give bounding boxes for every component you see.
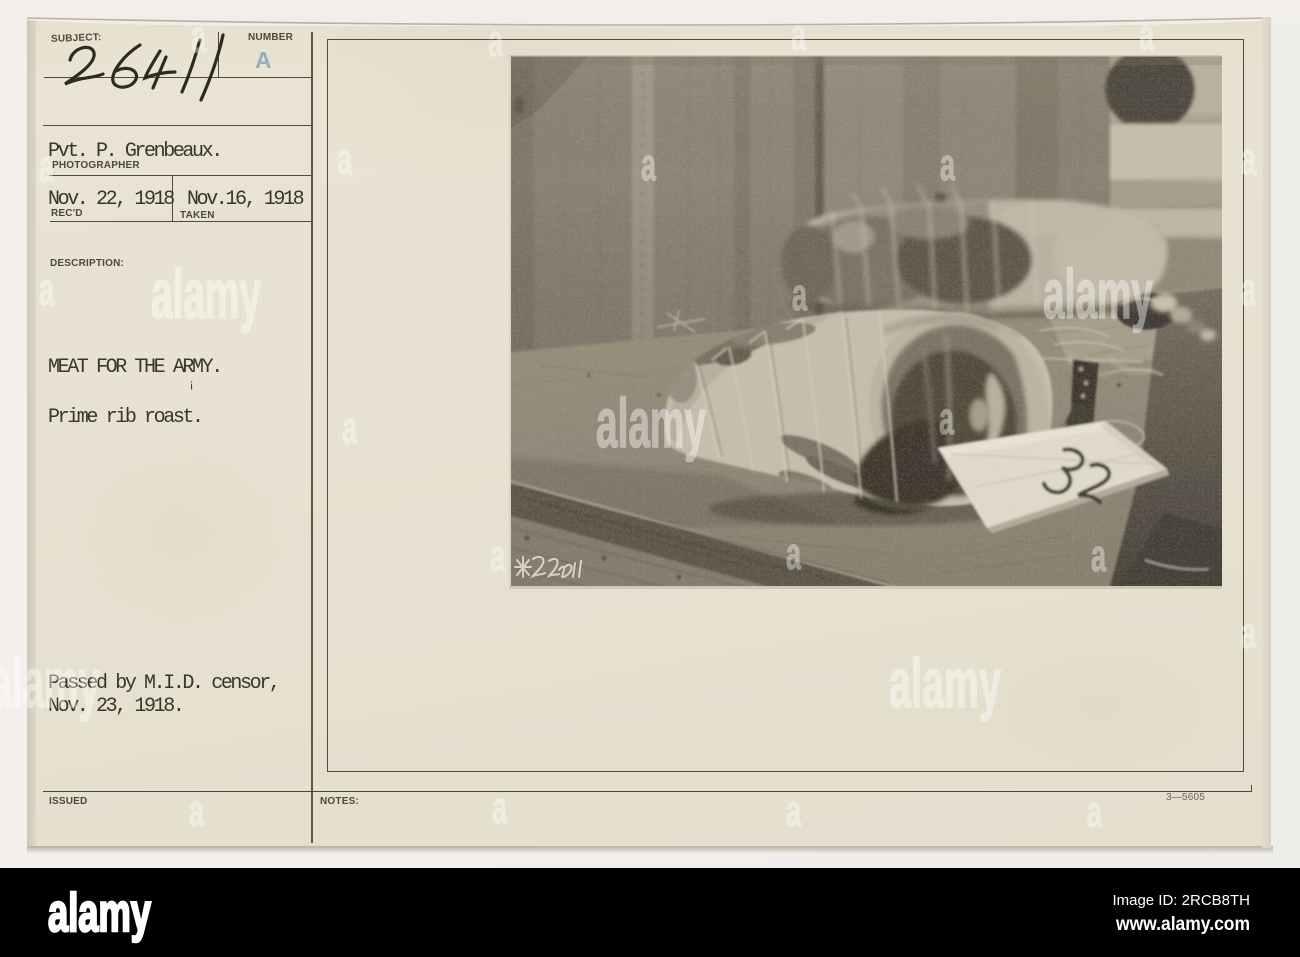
svg-text:a: a: [786, 785, 802, 836]
svg-text:a: a: [39, 141, 55, 192]
svg-text:a: a: [1087, 786, 1103, 837]
svg-text:a: a: [337, 133, 353, 184]
svg-text:a: a: [39, 264, 55, 315]
svg-text:alamy: alamy: [151, 255, 261, 333]
svg-text:alamy: alamy: [48, 883, 151, 943]
svg-text:Image ID: 2RCB8TH: Image ID: 2RCB8TH: [1112, 892, 1250, 909]
svg-text:alamy: alamy: [889, 644, 1001, 722]
svg-text:a: a: [1139, 9, 1155, 60]
svg-text:a: a: [792, 269, 808, 320]
svg-text:a: a: [342, 402, 358, 453]
svg-text:alamy: alamy: [1043, 255, 1153, 333]
svg-text:www.alamy.com: www.alamy.com: [1115, 914, 1250, 935]
svg-text:a: a: [191, 11, 207, 62]
svg-text:a: a: [492, 782, 508, 833]
svg-text:a: a: [1241, 607, 1257, 658]
svg-text:a: a: [490, 530, 506, 581]
svg-text:a: a: [940, 139, 956, 190]
svg-text:alamy: alamy: [0, 644, 100, 722]
svg-text:alamy: alamy: [596, 384, 706, 462]
svg-text:a: a: [1241, 133, 1257, 184]
svg-text:a: a: [1091, 530, 1107, 581]
svg-text:a: a: [791, 9, 807, 60]
svg-text:a: a: [786, 528, 802, 579]
svg-text:a: a: [641, 139, 657, 190]
svg-text:a: a: [1241, 264, 1257, 315]
svg-text:a: a: [488, 15, 504, 66]
svg-text:a: a: [939, 393, 955, 444]
svg-text:a: a: [189, 785, 205, 836]
